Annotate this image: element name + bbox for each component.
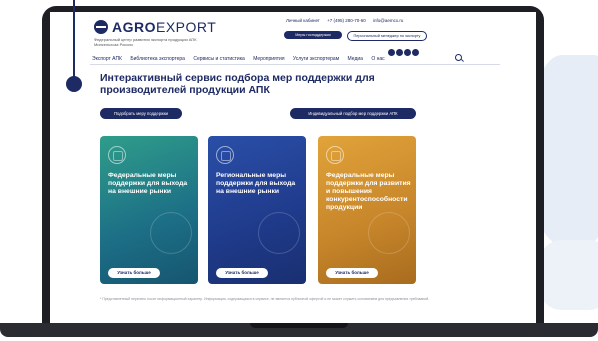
nav-item-services[interactable]: Сервисы и статистика (193, 56, 244, 62)
email-link[interactable]: info@aemcx.ru (373, 18, 403, 23)
pointer-line (73, 0, 75, 80)
wheat-icon (326, 146, 344, 164)
card-title: Федеральные меры поддержки для выхода на… (108, 172, 188, 195)
footnote: * Представленный перечень носит информац… (100, 297, 430, 301)
search-icon[interactable] (455, 54, 462, 61)
nav-item-media[interactable]: Медиа (348, 56, 363, 62)
card-title: Федеральные меры поддержки для развития … (326, 172, 411, 211)
decoration (258, 212, 300, 254)
ok-icon[interactable] (412, 49, 419, 56)
site-header: AGROEXPORT Федеральный центр развития эк… (50, 12, 536, 70)
card-federal-competitiveness[interactable]: Федеральные меры поддержки для развития … (318, 136, 416, 284)
region-icon (216, 146, 234, 164)
nav-item-about[interactable]: О нас (371, 56, 384, 62)
nav-item-library[interactable]: Библиотека экспортера (130, 56, 185, 62)
youtube-icon[interactable] (404, 49, 411, 56)
main-nav: Экспорт АПК Библиотека экспортера Сервис… (92, 56, 392, 62)
laptop-screen: AGROEXPORT Федеральный центр развития эк… (50, 12, 536, 325)
learn-more-button[interactable]: Узнать больше (108, 268, 160, 278)
card-regional-export[interactable]: Региональные меры поддержки для выхода н… (208, 136, 306, 284)
vk-icon[interactable] (388, 49, 395, 56)
learn-more-button[interactable]: Узнать больше (216, 268, 268, 278)
header-divider (90, 64, 500, 65)
learn-more-button[interactable]: Узнать больше (326, 268, 378, 278)
decoration (150, 212, 192, 254)
phone-link[interactable]: +7 (495) 280-70-60 (327, 18, 366, 23)
nav-item-exporter-services[interactable]: Услуги экспортерам (293, 56, 339, 62)
decoration (368, 212, 410, 254)
export-manager-button[interactable]: Персональный менеджер по экспорту (347, 31, 427, 41)
background-blob (540, 240, 598, 310)
cabinet-link[interactable]: Личный кабинет (286, 18, 320, 23)
globe-icon (108, 146, 126, 164)
card-title: Региональные меры поддержки для выхода н… (216, 172, 296, 195)
pointer-dot (66, 76, 82, 92)
individual-selection-button[interactable]: Индивидуальный подбор мер поддержки АПК (290, 108, 416, 119)
logo[interactable]: AGROEXPORT (112, 19, 216, 35)
card-federal-export[interactable]: Федеральные меры поддержки для выхода на… (100, 136, 198, 284)
top-links: Личный кабинет +7 (495) 280-70-60 info@a… (286, 18, 409, 23)
logo-icon (94, 20, 108, 34)
social-links (388, 43, 420, 61)
nav-item-events[interactable]: Мероприятия (253, 56, 284, 62)
logo-subtitle: Федеральный центр развития экспорта прод… (94, 37, 197, 47)
page-title: Интерактивный сервис подбора мер поддерж… (100, 72, 375, 96)
laptop-notch (250, 323, 348, 328)
telegram-icon[interactable] (396, 49, 403, 56)
nav-item-export[interactable]: Экспорт АПК (92, 56, 122, 62)
support-measures-button[interactable]: Меры господдержки (284, 31, 342, 39)
select-measure-button[interactable]: Подобрать меру поддержки (100, 108, 182, 119)
